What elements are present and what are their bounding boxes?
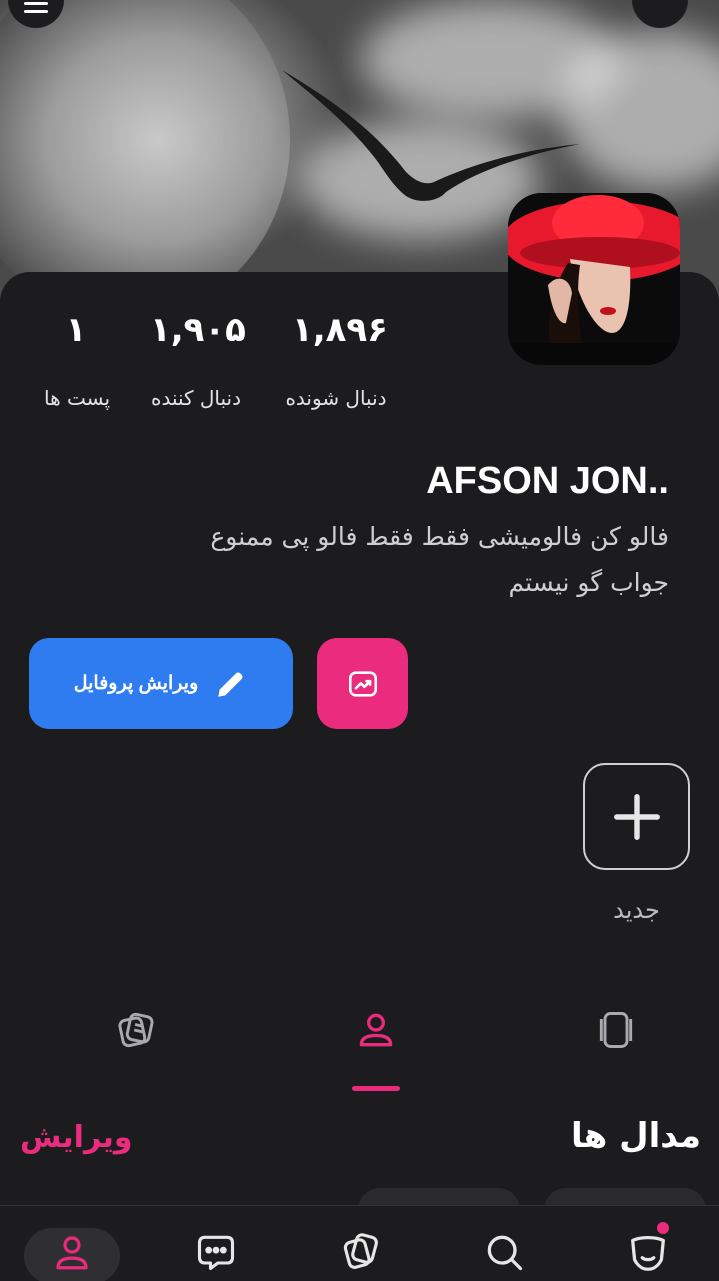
avatar-image bbox=[508, 193, 680, 365]
new-story-label: جدید bbox=[613, 896, 660, 924]
active-tab-indicator bbox=[352, 1086, 400, 1091]
new-story-button[interactable] bbox=[583, 763, 690, 870]
search-icon bbox=[487, 1235, 523, 1271]
profile-card bbox=[0, 272, 719, 1207]
trending-up-icon bbox=[348, 670, 377, 697]
bio-line-2: جواب گو نیستم bbox=[508, 568, 669, 597]
notes-icon bbox=[118, 1012, 154, 1048]
edit-profile-label: ویرایش پروفایل bbox=[73, 673, 199, 694]
cards-icon bbox=[599, 1012, 633, 1048]
posts-label: پست ها bbox=[43, 386, 111, 410]
tab-stories[interactable] bbox=[586, 1000, 646, 1060]
user-icon bbox=[359, 1013, 393, 1047]
tab-posts[interactable] bbox=[106, 1000, 166, 1060]
plus-icon bbox=[613, 793, 660, 840]
posts-count[interactable]: ۱ bbox=[56, 310, 96, 350]
nav-profile[interactable] bbox=[44, 1224, 100, 1280]
profile-bio: فالو کن فالومیشی فقط فقط فالو پی ممنوع ج… bbox=[109, 514, 669, 606]
medals-title: مدال ها bbox=[570, 1116, 701, 1156]
following-label: دنبال کننده bbox=[150, 386, 242, 410]
user-icon bbox=[56, 1236, 88, 1270]
notification-badge bbox=[657, 1222, 669, 1234]
nav-messages[interactable] bbox=[188, 1224, 244, 1280]
avatar[interactable] bbox=[508, 193, 680, 365]
chat-icon bbox=[197, 1235, 235, 1271]
followers-label: دنبال شونده bbox=[285, 386, 387, 410]
cards-icon bbox=[343, 1233, 378, 1269]
medals-edit-link[interactable]: ویرایش bbox=[20, 1120, 133, 1155]
back-button[interactable] bbox=[632, 0, 688, 28]
nav-notifications[interactable] bbox=[620, 1224, 676, 1280]
bird-illustration bbox=[282, 70, 580, 201]
face-icon bbox=[631, 1235, 665, 1271]
tab-profile[interactable] bbox=[346, 1000, 406, 1060]
nav-feed[interactable] bbox=[332, 1224, 388, 1280]
nav-search[interactable] bbox=[476, 1224, 532, 1280]
following-count[interactable]: ۱,۹۰۵ bbox=[150, 310, 246, 350]
stats-button[interactable] bbox=[317, 638, 408, 729]
followers-count[interactable]: ۱,۸۹۶ bbox=[292, 310, 388, 350]
edit-profile-button[interactable]: ویرایش پروفایل bbox=[29, 638, 293, 729]
pencil-icon bbox=[218, 672, 243, 697]
bio-line-1: فالو کن فالومیشی فقط فقط فالو پی ممنوع bbox=[210, 522, 669, 551]
profile-name: AFSON JON.. bbox=[426, 460, 669, 502]
